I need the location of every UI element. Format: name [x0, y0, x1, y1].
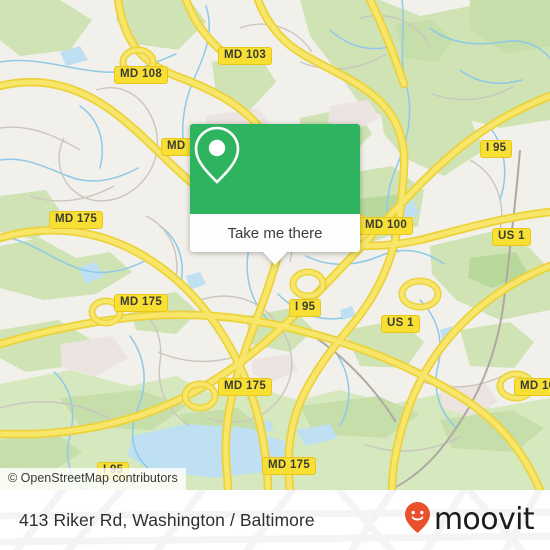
address-label: 413 Riker Rd, Washington / Baltimore: [19, 509, 315, 530]
map-canvas[interactable]: MD 103 MD 108 I 95 MD MD 175 MD 100 US 1…: [0, 0, 550, 490]
road-shield: MD 175: [218, 378, 273, 396]
road-shield: MD 103: [218, 47, 273, 65]
location-popup-card[interactable]: Take me there: [190, 124, 360, 265]
popup-tail: [262, 251, 288, 265]
popup-icon-area: [190, 124, 360, 214]
road-shield: I 95: [289, 299, 322, 317]
road-shield: MD 175: [262, 457, 317, 475]
moovit-smiley-pin-icon: [404, 501, 431, 539]
footer-bar: 413 Riker Rd, Washington / Baltimore moo…: [0, 490, 550, 550]
road-shield: MD 108: [114, 66, 169, 84]
road-shield: MD: [161, 138, 192, 156]
road-shield: I 95: [480, 140, 513, 158]
take-me-there-button[interactable]: Take me there: [190, 214, 360, 252]
road-shield: MD 175: [49, 211, 104, 229]
moovit-wordmark: moovit: [433, 502, 535, 537]
moovit-brand[interactable]: moovit: [404, 490, 535, 550]
map-attribution[interactable]: © OpenStreetMap contributors: [0, 468, 186, 490]
road-shield: MD 100: [359, 217, 414, 235]
road-shield: US 1: [381, 315, 420, 333]
road-shield: MD 175: [114, 294, 169, 312]
moovit-map-screenshot: MD 103 MD 108 I 95 MD MD 175 MD 100 US 1…: [0, 0, 550, 550]
attribution-label: © OpenStreetMap contributors: [8, 471, 178, 485]
take-me-there-label: Take me there: [227, 224, 323, 242]
location-address: 413 Riker Rd, Washington / Baltimore: [19, 490, 315, 550]
road-shield: MD 100: [514, 378, 550, 396]
road-shield: US 1: [492, 228, 531, 246]
